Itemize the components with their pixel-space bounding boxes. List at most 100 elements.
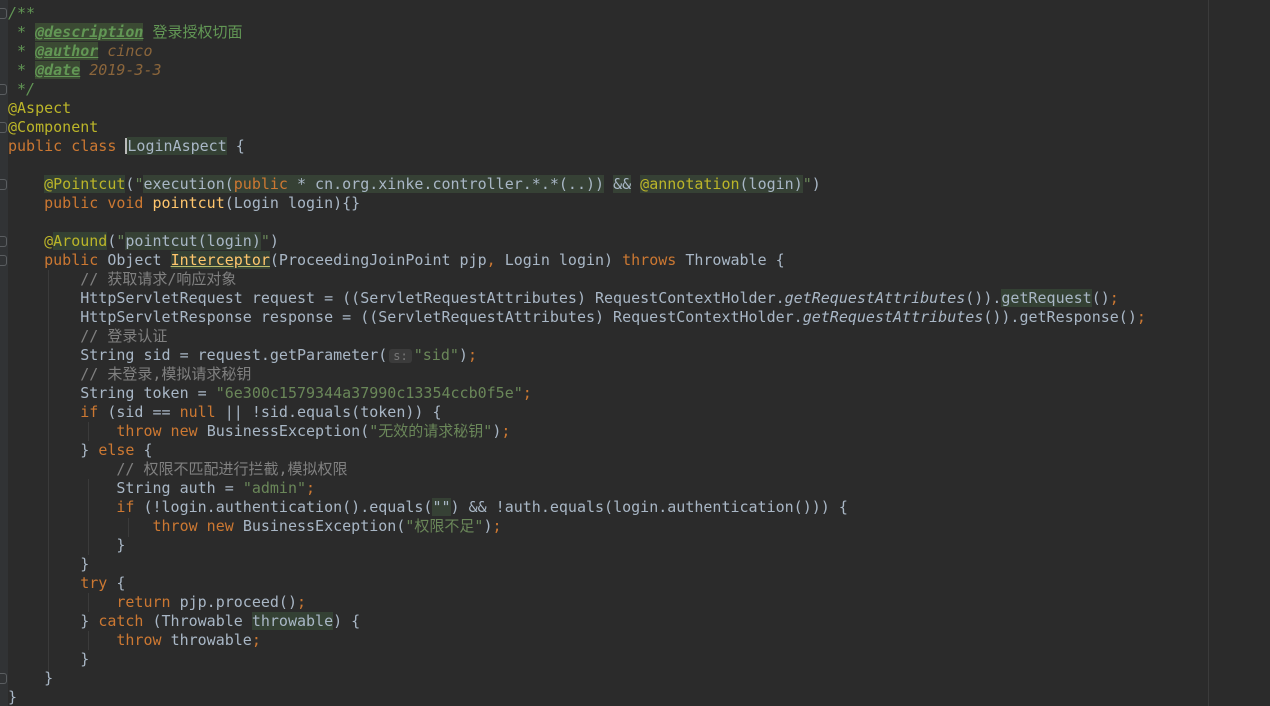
code-line[interactable]: HttpServletResponse response = ((Servlet… [8,308,1146,327]
code-token: */ [8,80,36,98]
code-line[interactable]: if (!login.authentication().equals("") &… [8,498,1146,517]
code-line[interactable]: throw new BusinessException("权限不足"); [8,517,1146,536]
code-token: } [8,441,99,459]
code-token: () [1091,289,1110,307]
fold-marker-icon[interactable] [0,8,7,19]
code-token: public [233,175,288,193]
code-token: try [80,574,117,592]
code-line[interactable]: } [8,669,1146,688]
editor-gutter[interactable] [0,0,8,706]
code-token: ) && !auth.equals(login.authentication()… [450,498,848,516]
code-text[interactable]: /** * @description 登录授权切面 * @author cinc… [8,4,1146,706]
code-line[interactable]: /** [8,4,1146,23]
code-token: "sid" [413,346,459,364]
code-line[interactable]: public class LoginAspect { [8,137,1146,156]
code-token: else [98,441,144,459]
code-line[interactable]: @Pointcut("execution(public * cn.org.xin… [8,175,1146,194]
code-line[interactable]: * @author cinco [8,42,1146,61]
code-token: throw [116,631,171,649]
code-token: ; [251,631,261,649]
code-editor[interactable]: /** * @description 登录授权切面 * @author cinc… [0,0,1270,706]
code-line[interactable]: if (sid == null || !sid.equals(token)) { [8,403,1146,422]
code-token: BusinessException( [206,422,370,440]
code-token: { [116,574,126,592]
code-line[interactable]: // 未登录,模拟请求秘钥 [8,365,1146,384]
code-token: (login) [739,175,803,193]
fold-marker-icon[interactable] [0,255,7,266]
code-token: // 获取请求/响应对象 [80,270,237,288]
code-token: @ [44,232,54,250]
code-line[interactable]: public void pointcut(Login login){} [8,194,1146,213]
code-line[interactable]: String auth = "admin"; [8,479,1146,498]
code-token: , [486,251,505,269]
code-line[interactable]: String token = "6e300c1579344a37990c1335… [8,384,1146,403]
code-line[interactable]: HttpServletRequest request = ((ServletRe… [8,289,1146,308]
code-token: getRequestAttributes [802,308,984,326]
code-token: ) { [333,612,361,630]
code-token: String auth = [8,479,243,497]
code-line[interactable]: } [8,688,1146,706]
code-token: 登录授权切面 [143,23,243,41]
code-line[interactable]: // 登录认证 [8,327,1146,346]
code-token: ) [811,175,821,193]
code-line[interactable] [8,156,1146,175]
code-line[interactable]: throw throwable; [8,631,1146,650]
fold-marker-icon[interactable] [0,84,7,95]
code-line[interactable]: @Aspect [8,99,1146,118]
code-line[interactable]: return pjp.proceed(); [8,593,1146,612]
code-token: // 登录认证 [80,327,168,345]
code-token: @annotation [640,175,740,193]
code-line[interactable]: public Object Interceptor(ProceedingJoin… [8,251,1146,270]
code-token: ; [467,346,477,364]
code-token: public [44,251,108,269]
code-line[interactable]: } [8,536,1146,555]
code-token: HttpServletRequest request = ((ServletRe… [8,289,785,307]
code-line[interactable]: } else { [8,441,1146,460]
fold-marker-icon[interactable] [0,122,7,133]
code-token: throwable [251,612,334,630]
code-token: ; [1109,289,1119,307]
code-token: "无效的请求秘钥" [369,422,493,440]
code-token: // 权限不匹配进行拦截,模拟权限 [116,460,348,478]
code-token: } [8,688,18,706]
code-token: 2019-3-3 [80,61,162,79]
fold-marker-icon[interactable] [0,179,7,190]
code-line[interactable]: @Around("pointcut(login)") [8,232,1146,251]
code-token: String token = [8,384,216,402]
code-line[interactable]: * @date 2019-3-3 [8,61,1146,80]
code-token: (!login.authentication().equals( [143,498,433,516]
code-token: ()).getResponse() [983,308,1137,326]
code-line[interactable]: } [8,555,1146,574]
code-token: Around [53,232,108,250]
code-token: public class [8,137,126,155]
code-line[interactable]: @Component [8,118,1146,137]
code-line[interactable]: * @description 登录授权切面 [8,23,1146,42]
code-line[interactable]: String sid = request.getParameter(s: "sid… [8,346,1146,365]
code-line[interactable]: // 权限不匹配进行拦截,模拟权限 [8,460,1146,479]
code-token: (Login login){} [224,194,361,212]
code-token: catch [98,612,153,630]
code-token: ) [458,346,468,364]
code-line[interactable]: } [8,650,1146,669]
code-line[interactable]: throw new BusinessException("无效的请求秘钥"); [8,422,1146,441]
code-token: (Throwable [152,612,252,630]
fold-marker-icon[interactable] [0,673,7,684]
fold-marker-icon[interactable] [0,236,7,247]
code-line[interactable]: } catch (Throwable throwable) { [8,612,1146,631]
code-token: ; [492,517,502,535]
code-token: pointcut [152,194,225,212]
code-line[interactable]: try { [8,574,1146,593]
code-token: { [143,441,153,459]
code-token: " [802,175,812,193]
code-token: LoginAspect [127,137,227,155]
code-token: throw new [116,422,207,440]
code-line[interactable] [8,213,1146,232]
code-line[interactable]: // 获取请求/响应对象 [8,270,1146,289]
code-line[interactable]: */ [8,80,1146,99]
